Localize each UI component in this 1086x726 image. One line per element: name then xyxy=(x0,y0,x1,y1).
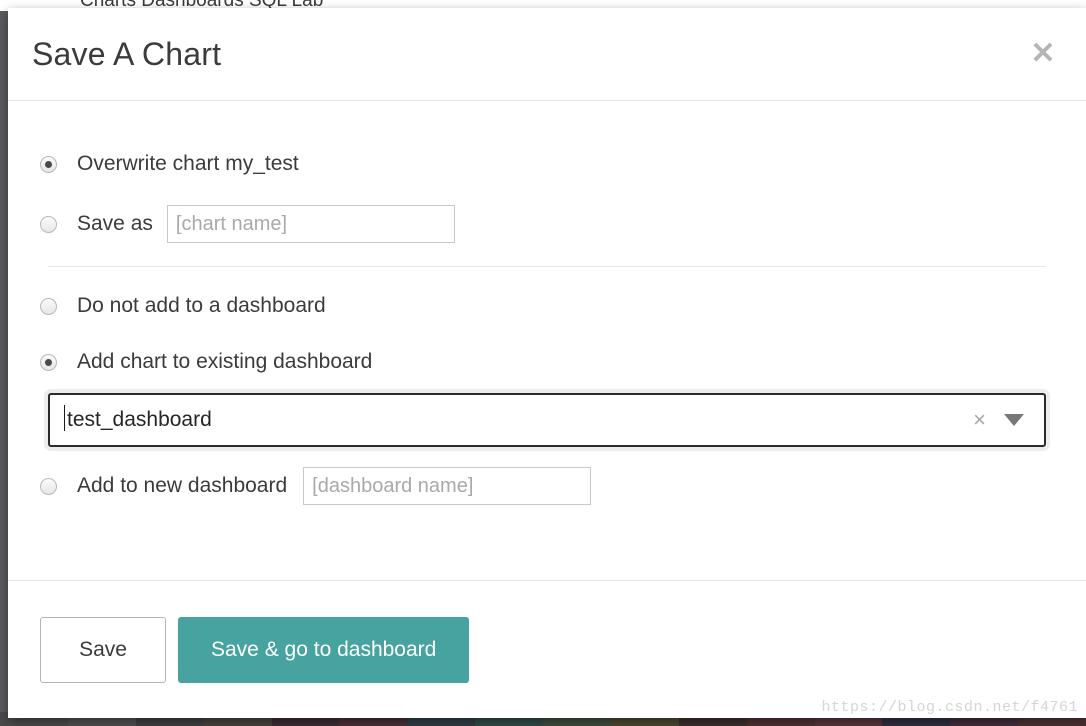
radio-new-dashboard[interactable] xyxy=(40,477,57,495)
save-and-go-to-dashboard-button[interactable]: Save & go to dashboard xyxy=(178,616,470,683)
label-overwrite-chart: Overwrite chart my_test xyxy=(77,152,299,175)
modal-title: Save A Chart xyxy=(32,35,222,72)
clear-icon[interactable]: × xyxy=(973,409,986,431)
dashboard-name-input[interactable] xyxy=(303,467,592,505)
option-row-new-dashboard[interactable]: Add to new dashboard xyxy=(40,467,1054,505)
dashboard-select-value: test_dashboard xyxy=(64,405,212,431)
close-icon[interactable]: ✕ xyxy=(1025,36,1061,72)
option-row-overwrite-chart[interactable]: Overwrite chart my_test xyxy=(40,147,1054,181)
modal-header: Save A Chart ✕ xyxy=(8,8,1086,101)
label-existing-dashboard: Add chart to existing dashboard xyxy=(77,350,373,373)
chart-name-input[interactable] xyxy=(166,205,455,243)
save-chart-modal: Save A Chart ✕ Overwrite chart my_test S… xyxy=(8,8,1086,718)
radio-save-as[interactable] xyxy=(40,215,57,233)
radio-no-dashboard[interactable] xyxy=(40,297,57,315)
section-divider xyxy=(48,266,1046,267)
chevron-down-icon[interactable] xyxy=(1004,414,1024,426)
modal-body: Overwrite chart my_test Save as Do not a… xyxy=(8,101,1086,580)
save-button[interactable]: Save xyxy=(40,616,166,683)
radio-overwrite-chart[interactable] xyxy=(40,155,57,173)
option-row-save-as[interactable]: Save as xyxy=(40,205,1054,243)
label-no-dashboard: Do not add to a dashboard xyxy=(77,294,326,317)
radio-existing-dashboard[interactable] xyxy=(40,353,57,371)
label-save-as: Save as xyxy=(77,212,153,235)
option-row-existing-dashboard[interactable]: Add chart to existing dashboard xyxy=(40,345,1054,379)
watermark: https://blog.csdn.net/f4761 xyxy=(821,699,1078,716)
label-new-dashboard: Add to new dashboard xyxy=(77,474,288,497)
modal-footer: Save Save & go to dashboard https://blog… xyxy=(8,580,1086,718)
dashboard-select[interactable]: test_dashboard × xyxy=(48,393,1046,447)
option-row-no-dashboard[interactable]: Do not add to a dashboard xyxy=(40,289,1054,323)
